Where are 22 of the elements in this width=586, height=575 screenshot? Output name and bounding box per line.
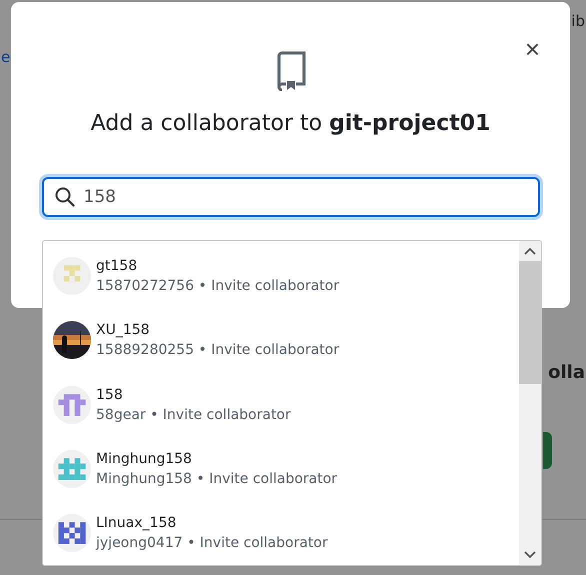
- user-detail: jyjeong0417 • Invite collaborator: [96, 534, 328, 551]
- user-option[interactable]: Minghung158 Minghung158 • Invite collaborator: [43, 436, 519, 501]
- page-heading: olla: [548, 362, 585, 383]
- user-option[interactable]: XU_158 15889280255 • Invite collaborator: [43, 308, 519, 372]
- username: 158: [96, 386, 124, 402]
- username: Minghung158: [96, 450, 193, 467]
- user-detail: Minghung158 • Invite collaborator: [96, 470, 338, 487]
- scrollbar[interactable]: [519, 241, 541, 565]
- user-detail: 15870272756 • Invite collaborator: [96, 278, 340, 294]
- close-button[interactable]: ×: [524, 36, 540, 62]
- username: LInuax_158: [96, 514, 178, 531]
- user-detail: 58gear • Invite collaborator: [96, 406, 291, 422]
- page-button[interactable]: [543, 432, 552, 469]
- dialog-title: Add a collaborator to git-project01: [90, 111, 490, 136]
- username: XU_158: [96, 322, 151, 338]
- page-text: ib: [571, 12, 585, 30]
- user-option[interactable]: LInuax_158 jyjeong0417 • Invite collaborator: [43, 500, 519, 565]
- user-option[interactable]: 158 58gear • Invite collaborator: [43, 372, 519, 437]
- user-option[interactable]: gt158 15870272756 • Invite collaborator: [43, 244, 519, 308]
- search-field[interactable]: 158: [42, 177, 540, 217]
- username: gt158: [96, 258, 138, 274]
- user-detail: 15889280255 • Invite collaborator: [96, 342, 340, 358]
